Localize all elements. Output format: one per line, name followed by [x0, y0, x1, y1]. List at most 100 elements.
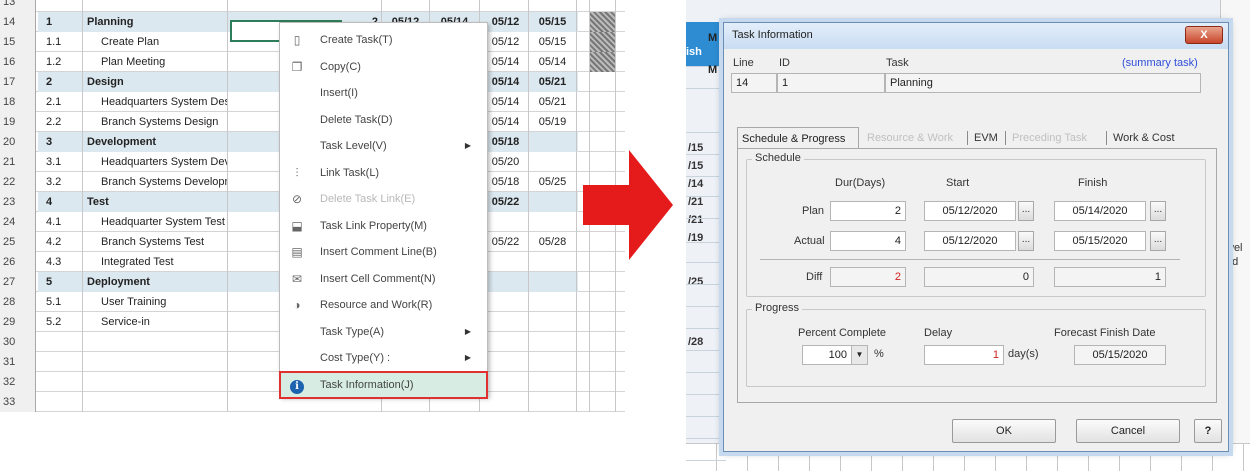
- table-cell-id[interactable]: 3.1: [38, 152, 83, 172]
- table-cell-id[interactable]: 5.2: [38, 312, 83, 332]
- table-cell-name[interactable]: Planning: [83, 12, 228, 32]
- dialog-titlebar[interactable]: Task Information X: [724, 23, 1228, 49]
- table-cell-id[interactable]: 1: [38, 12, 83, 32]
- table-cell-id[interactable]: [38, 0, 83, 12]
- table-cell-id[interactable]: 1.2: [38, 52, 83, 72]
- table-cell-d4[interactable]: [529, 0, 577, 12]
- table-cell-name[interactable]: Create Plan: [83, 32, 228, 52]
- menu-item-delete-task-link[interactable]: ⊘ Delete Task Link(E): [280, 186, 487, 212]
- table-cell-id[interactable]: 5: [38, 272, 83, 292]
- table-cell-d4[interactable]: [529, 132, 577, 152]
- tab-resource-work[interactable]: Resource & Work: [863, 127, 965, 149]
- actual-start-picker-button[interactable]: ...: [1018, 231, 1034, 251]
- table-cell-name[interactable]: [83, 392, 228, 412]
- plan-finish-field[interactable]: 05/14/2020: [1054, 201, 1146, 221]
- table-cell-d3[interactable]: 05/22: [483, 232, 529, 252]
- actual-finish-field[interactable]: 05/15/2020: [1054, 231, 1146, 251]
- table-cell-id[interactable]: 2.2: [38, 112, 83, 132]
- percent-complete-select[interactable]: 100 ▼: [802, 345, 868, 365]
- table-cell-d4[interactable]: [529, 312, 577, 332]
- table-cell-d3[interactable]: [483, 312, 529, 332]
- menu-item-resource-and-work[interactable]: ◑ Resource and Work(R): [280, 292, 487, 318]
- menu-item-insert-comment-line[interactable]: ▤ Insert Comment Line(B): [280, 239, 487, 265]
- table-cell-d4[interactable]: [529, 252, 577, 272]
- table-cell-name[interactable]: Branch Systems Design: [83, 112, 228, 132]
- table-cell-d3[interactable]: [483, 352, 529, 372]
- table-cell-name[interactable]: Plan Meeting: [83, 52, 228, 72]
- actual-duration-field[interactable]: 4: [830, 231, 906, 251]
- table-cell-id[interactable]: [38, 352, 83, 372]
- table-cell-d4[interactable]: [529, 192, 577, 212]
- delay-field[interactable]: 1: [924, 345, 1004, 365]
- table-cell-name[interactable]: Development: [83, 132, 228, 152]
- table-cell-id[interactable]: [38, 392, 83, 412]
- table-cell-d4[interactable]: [529, 372, 577, 392]
- table-cell-d3[interactable]: [483, 272, 529, 292]
- table-cell-d3[interactable]: 05/22: [483, 192, 529, 212]
- table-cell-name[interactable]: Headquarter System Test: [83, 212, 228, 232]
- plan-start-field[interactable]: 05/12/2020: [924, 201, 1016, 221]
- table-cell-d4[interactable]: 05/19: [529, 112, 577, 132]
- actual-start-field[interactable]: 05/12/2020: [924, 231, 1016, 251]
- table-cell-d4[interactable]: 05/15: [529, 12, 577, 32]
- table-cell-dur[interactable]: [340, 0, 382, 12]
- menu-item-cost-type[interactable]: Cost Type(Y) : ▶: [280, 345, 487, 371]
- table-cell-id[interactable]: 1.1: [38, 32, 83, 52]
- table-cell-d3[interactable]: 05/14: [483, 72, 529, 92]
- table-cell-id[interactable]: 3.2: [38, 172, 83, 192]
- table-cell-d4[interactable]: 05/21: [529, 92, 577, 112]
- table-cell-id[interactable]: 5.1: [38, 292, 83, 312]
- table-cell-name[interactable]: [83, 372, 228, 392]
- table-cell-d4[interactable]: [529, 352, 577, 372]
- table-cell-d3[interactable]: [483, 392, 529, 412]
- table-cell-d3[interactable]: 05/20: [483, 152, 529, 172]
- table-cell-name[interactable]: Service-in: [83, 312, 228, 332]
- menu-item-task-level[interactable]: Task Level(V) ▶: [280, 133, 487, 159]
- menu-item-task-link-property[interactable]: ⬓ Task Link Property(M): [280, 213, 487, 239]
- tab-work-cost[interactable]: Work & Cost: [1109, 127, 1187, 149]
- close-button[interactable]: X: [1185, 26, 1223, 44]
- table-cell-d4[interactable]: 05/21: [529, 72, 577, 92]
- table-cell-d3[interactable]: [483, 252, 529, 272]
- menu-item-task-information[interactable]: i Task Information(J): [279, 370, 488, 399]
- table-cell-d4[interactable]: [529, 212, 577, 232]
- chevron-down-icon[interactable]: ▼: [851, 346, 867, 364]
- cancel-button[interactable]: Cancel: [1076, 419, 1180, 443]
- table-cell-name[interactable]: Integrated Test: [83, 252, 228, 272]
- table-cell-id[interactable]: 4.2: [38, 232, 83, 252]
- table-cell-d3[interactable]: 05/12: [483, 12, 529, 32]
- table-cell-d4[interactable]: [529, 392, 577, 412]
- table-cell-d3[interactable]: 05/18: [483, 172, 529, 192]
- menu-item-insert[interactable]: Insert(I): [280, 80, 487, 106]
- table-cell-d4[interactable]: 05/15: [529, 32, 577, 52]
- help-button[interactable]: ?: [1194, 419, 1222, 443]
- table-cell-id[interactable]: 4.3: [38, 252, 83, 272]
- table-cell-name[interactable]: Headquarters System Design: [83, 92, 228, 112]
- plan-start-picker-button[interactable]: ...: [1018, 201, 1034, 221]
- table-cell-d4[interactable]: [529, 292, 577, 312]
- table-cell-name[interactable]: [83, 352, 228, 372]
- menu-item-link-task[interactable]: ⫶ Link Task(L): [280, 160, 487, 186]
- plan-finish-picker-button[interactable]: ...: [1150, 201, 1166, 221]
- table-cell-name[interactable]: [83, 332, 228, 352]
- table-cell-d4[interactable]: [529, 152, 577, 172]
- table-row[interactable]: 13: [0, 0, 625, 12]
- table-cell-d3[interactable]: [483, 332, 529, 352]
- table-cell-name[interactable]: Deployment: [83, 272, 228, 292]
- actual-finish-picker-button[interactable]: ...: [1150, 231, 1166, 251]
- table-cell-d2[interactable]: [430, 0, 480, 12]
- tab-preceding-task[interactable]: Preceding Task: [1008, 127, 1104, 149]
- table-cell-d3[interactable]: 05/14: [483, 92, 529, 112]
- table-cell-name[interactable]: Branch Systems Development: [83, 172, 228, 192]
- table-cell-name[interactable]: Test: [83, 192, 228, 212]
- plan-duration-field[interactable]: 2: [830, 201, 906, 221]
- tab-schedule-progress[interactable]: Schedule & Progress: [737, 127, 859, 149]
- table-cell-d4[interactable]: [529, 272, 577, 292]
- ok-button[interactable]: OK: [952, 419, 1056, 443]
- table-cell-id[interactable]: [38, 332, 83, 352]
- table-cell-d4[interactable]: 05/28: [529, 232, 577, 252]
- table-cell-id[interactable]: 2: [38, 72, 83, 92]
- menu-item-task-type[interactable]: Task Type(A) ▶: [280, 319, 487, 345]
- table-cell-name[interactable]: [83, 0, 228, 12]
- table-cell-d3[interactable]: 05/12: [483, 32, 529, 52]
